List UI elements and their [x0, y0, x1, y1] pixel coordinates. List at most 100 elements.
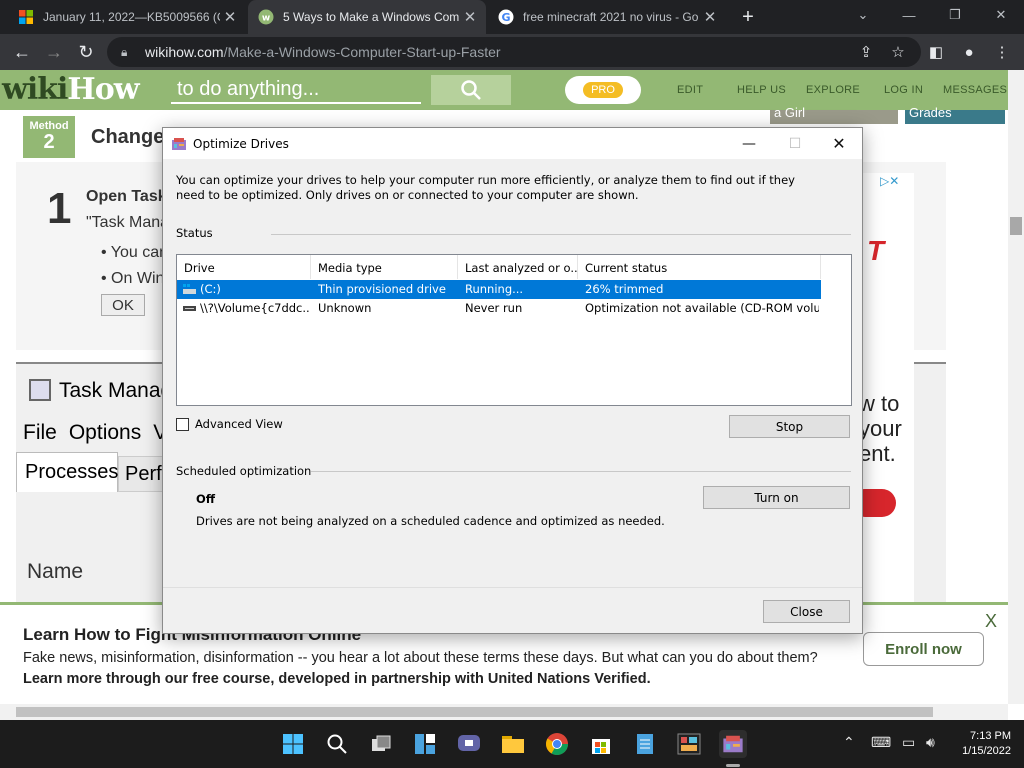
- scroll-thumb[interactable]: [16, 707, 933, 717]
- nav-log-in[interactable]: LOG IN: [884, 84, 923, 96]
- chevron-up-icon[interactable]: ⌃: [843, 734, 855, 751]
- related-thumbnail[interactable]: Grades: [905, 105, 1005, 124]
- column-header-drive[interactable]: Drive: [177, 255, 311, 279]
- new-tab-button[interactable]: +: [734, 0, 762, 34]
- method-number: 2: [43, 131, 55, 153]
- chat-icon[interactable]: [455, 730, 483, 758]
- status-section-label: Status: [176, 226, 213, 240]
- window-close-icon[interactable]: ✕: [978, 0, 1024, 30]
- stop-button[interactable]: Stop: [729, 415, 850, 438]
- maximize-icon[interactable]: ☐: [772, 128, 818, 159]
- vertical-scrollbar[interactable]: [1008, 70, 1024, 704]
- nav-help-us[interactable]: HELP US: [737, 84, 786, 96]
- scheduled-description: Drives are not being analyzed on a sched…: [196, 514, 665, 528]
- scheduled-state: Off: [196, 492, 216, 506]
- pro-button[interactable]: PRO: [565, 76, 641, 104]
- task-view-icon[interactable]: [367, 730, 395, 758]
- minimize-icon[interactable]: —: [886, 0, 932, 30]
- ad-button[interactable]: d: [861, 489, 896, 517]
- nav-edit[interactable]: EDIT: [677, 84, 703, 96]
- windows-logo-icon: [19, 10, 33, 24]
- windows-drive-icon: [183, 284, 196, 294]
- search-icon: [461, 80, 481, 100]
- advanced-view-checkbox[interactable]: Advanced View: [176, 417, 283, 431]
- back-icon[interactable]: ←: [8, 38, 36, 66]
- advertisement[interactable]: T w toyourent. d: [861, 173, 914, 603]
- browser-tab-active[interactable]: w 5 Ways to Make a Windows Com ✕: [248, 0, 486, 34]
- step-title: Open Task: [86, 188, 167, 205]
- notepad-icon[interactable]: [631, 730, 659, 758]
- profile-icon[interactable]: ●: [957, 40, 981, 64]
- tm-tab-processes: Processes: [16, 452, 118, 492]
- widgets-icon[interactable]: [411, 730, 439, 758]
- search-button[interactable]: [431, 75, 511, 105]
- search-icon[interactable]: [323, 730, 351, 758]
- column-header-current-status[interactable]: Current status: [578, 255, 821, 279]
- browser-toolbar: ← → ↻ 🔒︎ wikihow.com/Make-a-Windows-Comp…: [0, 34, 1024, 70]
- wikihow-favicon-icon: w: [258, 9, 274, 25]
- nav-messages[interactable]: MESSAGES: [943, 84, 1007, 96]
- optimize-drives-icon: [172, 138, 186, 150]
- app-icon[interactable]: [675, 730, 703, 758]
- related-thumbnail[interactable]: a Girl: [770, 105, 898, 124]
- method-badge: Method 2: [23, 116, 75, 158]
- optimize-drives-icon[interactable]: [719, 730, 747, 758]
- volume-icon[interactable]: 🔊︎: [926, 734, 935, 751]
- browser-tab[interactable]: G free minecraft 2021 no virus - Go ✕: [488, 0, 726, 34]
- network-icon[interactable]: ▭: [902, 734, 915, 751]
- wikihow-logo[interactable]: wikiHow: [2, 72, 140, 107]
- horizontal-scrollbar[interactable]: [0, 704, 1008, 720]
- clock[interactable]: 7:13 PM 1/15/2022: [955, 729, 1011, 759]
- column-header-last-analyzed[interactable]: Last analyzed or o...: [458, 255, 578, 279]
- adchoices-icon[interactable]: ▷✕: [880, 174, 899, 188]
- promo-close-icon[interactable]: X: [985, 611, 997, 632]
- browser-tab[interactable]: January 11, 2022—KB5009566 (O ✕: [8, 0, 246, 34]
- close-icon[interactable]: ✕: [700, 8, 720, 26]
- drive-row-selected[interactable]: (C:) Thin provisioned drive Running... 2…: [177, 280, 821, 299]
- drive-list[interactable]: Drive Media type Last analyzed or o... C…: [176, 254, 852, 406]
- restore-icon[interactable]: ❐: [932, 0, 978, 30]
- clock-date: 1/15/2022: [962, 745, 1011, 757]
- turn-on-button[interactable]: Turn on: [703, 486, 850, 509]
- separator: [311, 471, 851, 472]
- enroll-now-button[interactable]: Enroll now: [863, 632, 984, 666]
- step-quote: "Task Mana: [86, 214, 170, 231]
- store-icon[interactable]: [587, 730, 615, 758]
- tab-title: January 11, 2022—KB5009566 (O: [43, 10, 220, 24]
- tab-search-chevron-icon[interactable]: ⌄: [840, 0, 886, 30]
- dialog-titlebar[interactable]: Optimize Drives — ☐ ✕: [163, 128, 862, 159]
- advanced-view-label: Advanced View: [195, 417, 283, 431]
- optimize-drives-dialog: Optimize Drives — ☐ ✕ You can optimize y…: [162, 127, 863, 634]
- reload-icon[interactable]: ↻: [72, 38, 100, 66]
- browser-tab-strip: January 11, 2022—KB5009566 (O ✕ w 5 Ways…: [0, 0, 1024, 34]
- kebab-menu-icon[interactable]: ⋮: [990, 40, 1014, 64]
- chrome-icon[interactable]: [543, 730, 571, 758]
- share-icon[interactable]: ⇪: [854, 40, 878, 64]
- drive-row[interactable]: \\?\Volume{c7ddc... Unknown Never run Op…: [177, 299, 821, 318]
- cell-media-type: Unknown: [318, 301, 372, 315]
- ad-logo: T: [867, 235, 885, 266]
- minimize-icon[interactable]: —: [726, 128, 772, 159]
- forward-icon[interactable]: →: [40, 38, 68, 66]
- close-icon[interactable]: ✕: [816, 128, 862, 159]
- close-button[interactable]: Close: [763, 600, 850, 623]
- close-icon[interactable]: ✕: [220, 8, 240, 26]
- close-icon[interactable]: ✕: [460, 8, 480, 26]
- file-explorer-icon[interactable]: [499, 730, 527, 758]
- start-icon[interactable]: [279, 730, 307, 758]
- address-bar[interactable]: 🔒︎ wikihow.com/Make-a-Windows-Computer-S…: [107, 37, 921, 67]
- star-icon[interactable]: ☆: [886, 40, 910, 64]
- sidebar-icon[interactable]: ◧: [924, 40, 948, 64]
- running-indicator: [726, 764, 740, 767]
- column-header-media-type[interactable]: Media type: [311, 255, 458, 279]
- keyboard-icon[interactable]: ⌨: [871, 734, 891, 751]
- checkbox-box[interactable]: [176, 417, 189, 431]
- separator: [271, 234, 851, 235]
- ad-text: w to your ent.: [861, 391, 902, 466]
- windows-taskbar: ⌃ ⌨ ▭ 🔊︎ 7:13 PM 1/15/2022: [0, 720, 1024, 768]
- search-input[interactable]: to do anything...: [171, 74, 421, 104]
- nav-explore[interactable]: EXPLORE: [806, 84, 860, 96]
- disc-drive-icon: [183, 306, 196, 311]
- step-number: 1: [47, 184, 72, 233]
- scroll-thumb[interactable]: [1010, 217, 1022, 235]
